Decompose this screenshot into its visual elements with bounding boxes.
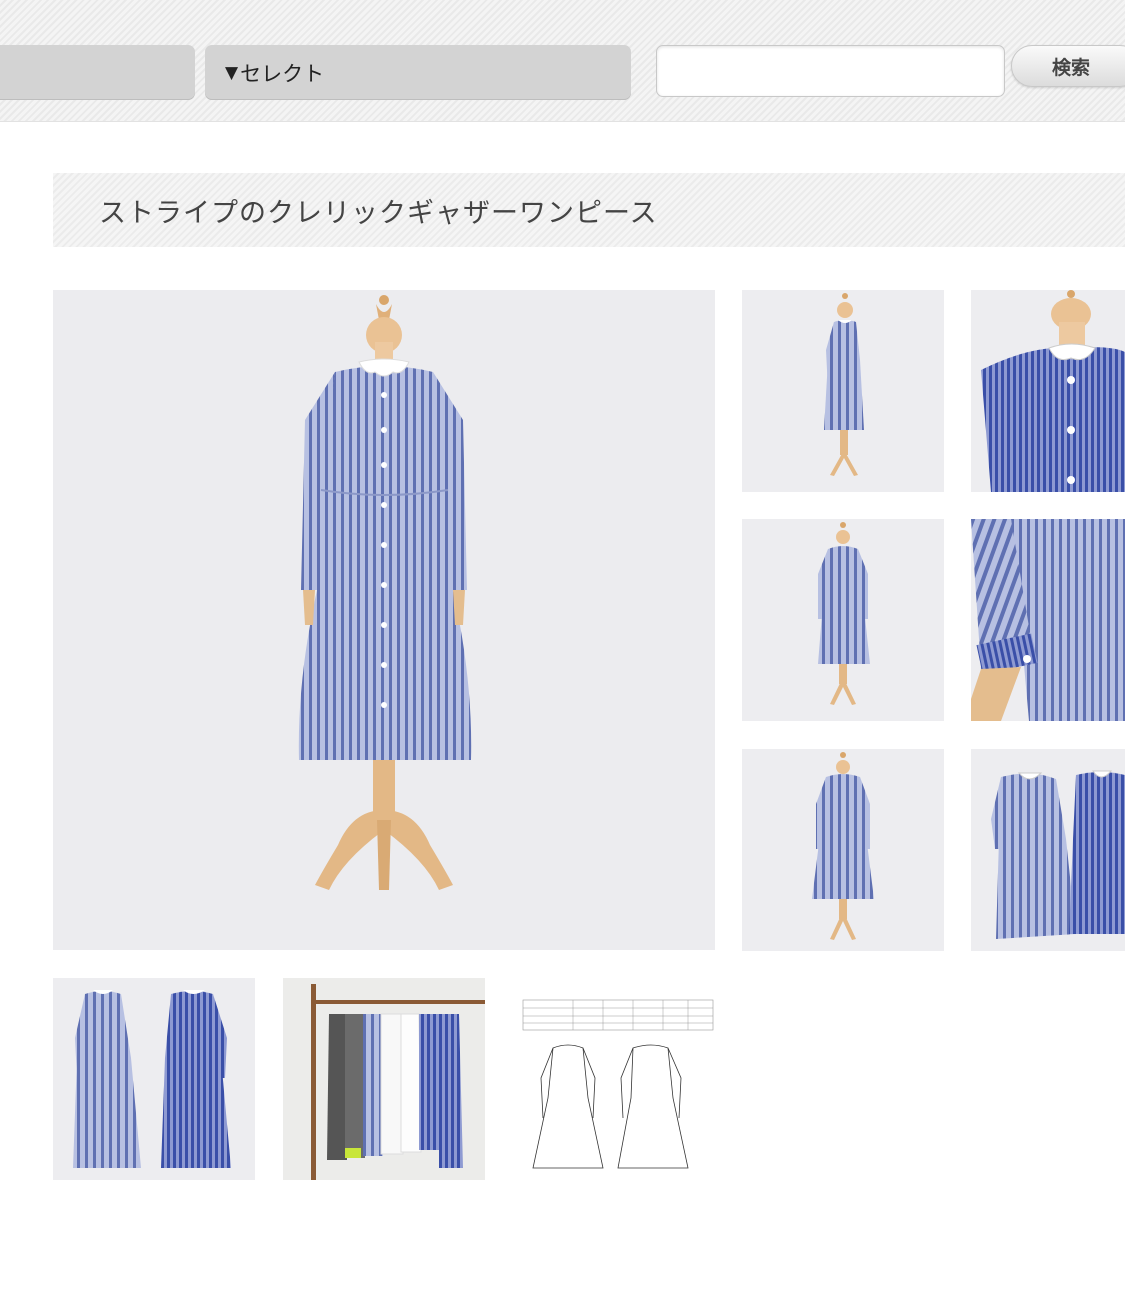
- dress-side-view-icon: [742, 290, 944, 492]
- page-title: ストライプのクレリックギャザーワンピース: [99, 197, 658, 229]
- size-chart-diagram-icon: [513, 978, 715, 1180]
- thumbnail-two-dresses[interactable]: [971, 749, 1125, 951]
- two-dresses-icon: [971, 749, 1125, 951]
- thumbnail-hanging-rack[interactable]: [283, 978, 485, 1180]
- main-product-image[interactable]: [53, 290, 715, 950]
- search-bar: ▼ セレクト 検索: [0, 0, 1125, 122]
- select-dropdown[interactable]: ▼ セレクト: [205, 45, 631, 100]
- thumbnail-size-chart[interactable]: [513, 978, 715, 1180]
- thumbnail-cuff-detail[interactable]: [971, 519, 1125, 721]
- search-button[interactable]: 検索: [1011, 45, 1125, 87]
- clothes-rack-icon: [283, 978, 485, 1180]
- dress-front-view-icon: [53, 290, 715, 950]
- thumbnail-side-view[interactable]: [742, 290, 944, 492]
- dress-back-full-icon: [742, 749, 944, 951]
- title-banner: ストライプのクレリックギャザーワンピース: [53, 173, 1125, 247]
- search-input[interactable]: [656, 45, 1005, 97]
- cuff-detail-icon: [971, 519, 1125, 721]
- thumbnail-back-view[interactable]: [742, 519, 944, 721]
- select-label: セレクト: [240, 61, 325, 86]
- category-select[interactable]: [0, 45, 195, 100]
- dress-back-view-icon: [742, 519, 944, 721]
- triangle-down-icon: ▼: [225, 62, 239, 83]
- thumbnail-collar-detail[interactable]: [971, 290, 1125, 492]
- thumbnail-two-dresses-back[interactable]: [53, 978, 255, 1180]
- thumbnail-back-full[interactable]: [742, 749, 944, 951]
- collar-detail-icon: [971, 290, 1125, 492]
- two-dresses-back-icon: [53, 978, 255, 1180]
